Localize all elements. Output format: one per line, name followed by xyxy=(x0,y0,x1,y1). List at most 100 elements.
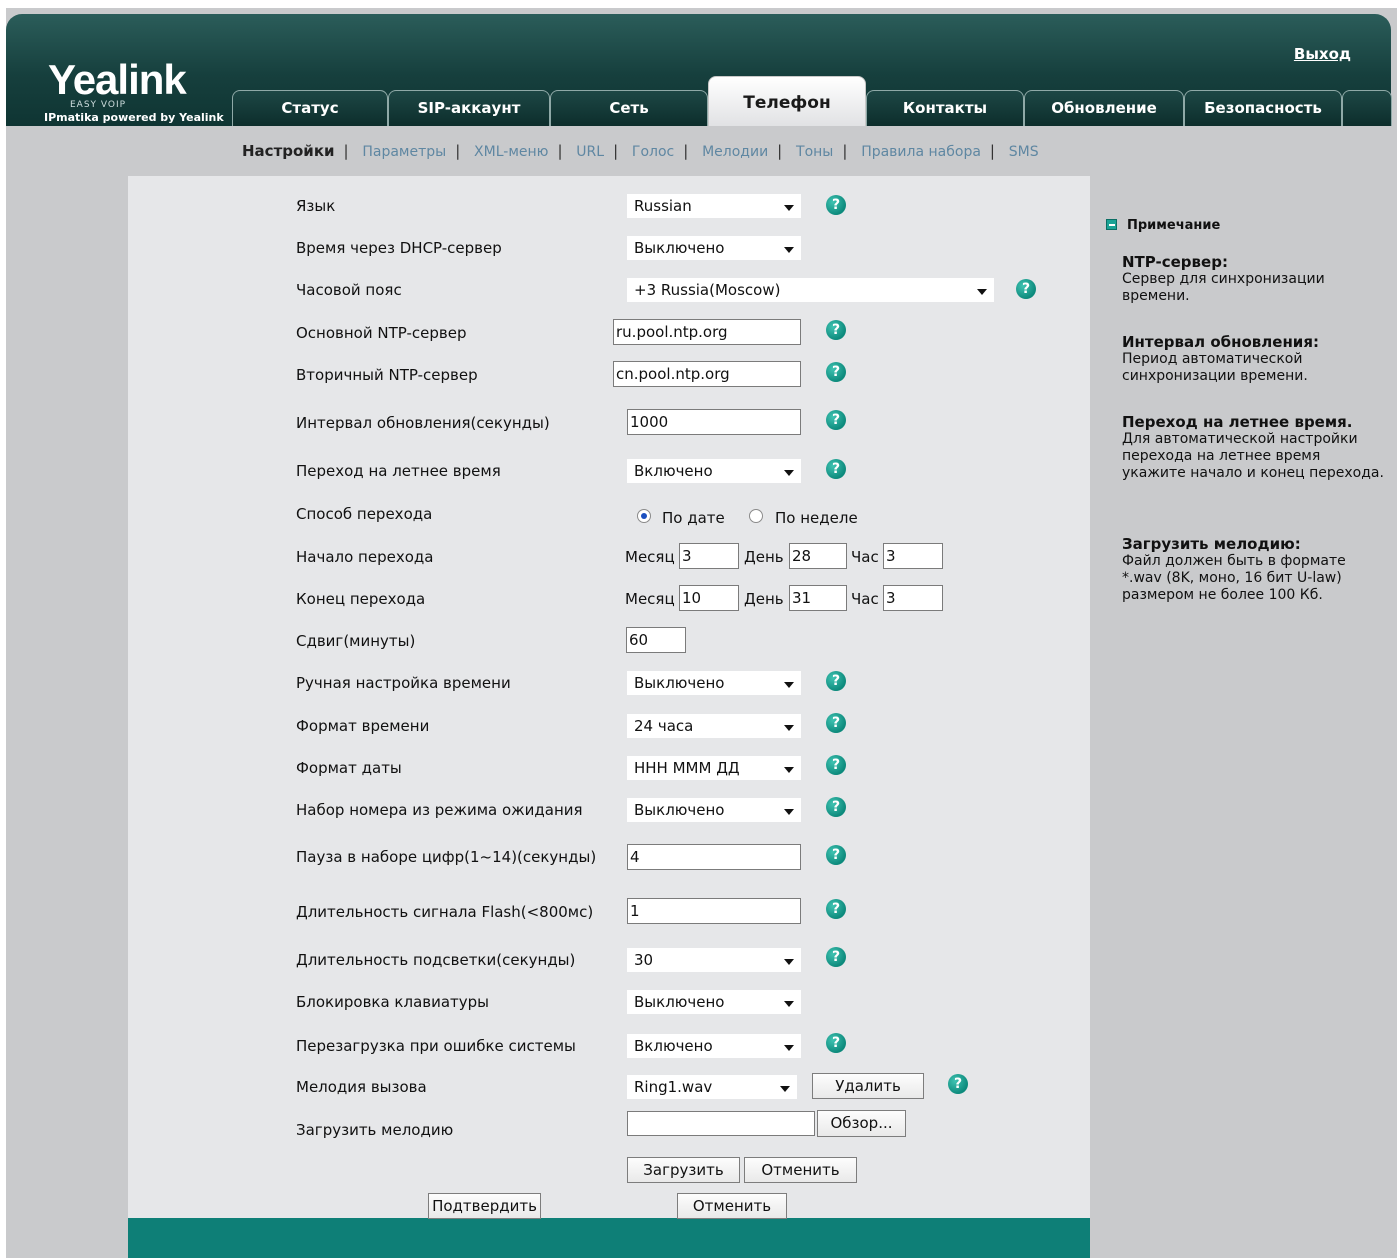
update-interval-label: Интервал обновления(секунды) xyxy=(296,414,550,432)
dst-start-month-input[interactable]: 3 xyxy=(679,543,739,569)
date-format-select[interactable]: ННН МММ ДД xyxy=(627,756,801,780)
chevron-down-icon xyxy=(784,682,794,688)
ntp-primary-input[interactable]: ru.pool.ntp.org xyxy=(613,319,801,345)
help-icon[interactable]: ? xyxy=(826,671,846,691)
help-icon[interactable]: ? xyxy=(826,755,846,775)
update-interval-input[interactable]: 1000 xyxy=(627,409,801,435)
subnav-xml-menu[interactable]: XML-меню xyxy=(474,144,548,160)
tab-status[interactable]: Статус xyxy=(232,90,388,126)
upload-ringtone-label: Загрузить мелодию xyxy=(296,1121,454,1139)
dhcp-time-value: Выключено xyxy=(634,239,725,257)
dst-value: Включено xyxy=(634,462,713,480)
chevron-down-icon xyxy=(784,205,794,211)
dst-start-day-input[interactable]: 28 xyxy=(789,543,847,569)
offset-input[interactable]: 60 xyxy=(626,627,686,653)
tab-sip-account[interactable]: SIP-аккаунт xyxy=(388,90,550,126)
dst-end-label: Конец перехода xyxy=(296,590,426,608)
subnav-settings[interactable]: Настройки xyxy=(242,142,335,160)
help-icon[interactable]: ? xyxy=(826,459,846,479)
dst-end-month-input[interactable]: 10 xyxy=(679,585,739,611)
tab-network[interactable]: Сеть xyxy=(550,90,708,126)
browse-button[interactable]: Обзор... xyxy=(817,1110,906,1137)
keypad-lock-value: Выключено xyxy=(634,993,725,1011)
upload-button[interactable]: Загрузить xyxy=(627,1157,740,1183)
dst-end-hour-label: Час xyxy=(851,590,879,608)
ntp-secondary-input[interactable]: cn.pool.ntp.org xyxy=(613,361,801,387)
dst-end-day-input[interactable]: 31 xyxy=(789,585,847,611)
language-label: Язык xyxy=(296,197,336,215)
subnav-tones[interactable]: Тоны xyxy=(796,144,833,160)
reboot-label: Перезагрузка при ошибке системы xyxy=(296,1037,576,1055)
manual-time-select[interactable]: Выключено xyxy=(627,671,801,695)
ringtone-select[interactable]: Ring1.wav xyxy=(627,1075,797,1099)
upload-cancel-button[interactable]: Отменить xyxy=(744,1157,857,1183)
help-icon[interactable]: ? xyxy=(1016,279,1036,299)
tagline: IPmatika powered by Yealink xyxy=(44,111,224,124)
dst-end-month-label: Месяц xyxy=(625,590,675,608)
dst-start-label: Начало перехода xyxy=(296,548,434,566)
chevron-down-icon xyxy=(784,959,794,965)
chevron-down-icon xyxy=(784,247,794,253)
help-icon[interactable]: ? xyxy=(826,797,846,817)
footer-bar xyxy=(128,1218,1090,1258)
subnav-voice[interactable]: Голос xyxy=(632,144,674,160)
logout-link[interactable]: Выход xyxy=(1294,45,1351,63)
sub-navigation: Настройки | Параметры | XML-меню | URL | Гол… xyxy=(6,126,1391,176)
yealink-logo: Yealink EASY VOIP IPmatika powered by Ye… xyxy=(44,56,228,126)
chevron-down-icon xyxy=(784,470,794,476)
note-text: Период автоматической синхронизации врем… xyxy=(1122,351,1308,384)
help-icon[interactable]: ? xyxy=(948,1074,968,1094)
help-icon[interactable]: ? xyxy=(826,195,846,215)
tab-phone[interactable]: Телефон xyxy=(708,76,866,126)
time-format-select[interactable]: 24 часа xyxy=(627,714,801,738)
dst-end-day-label: День xyxy=(744,590,784,608)
keypad-lock-label: Блокировка клавиатуры xyxy=(296,993,490,1011)
date-format-label: Формат даты xyxy=(296,759,402,777)
cancel-button[interactable]: Отменить xyxy=(677,1193,787,1219)
help-icon[interactable]: ? xyxy=(826,947,846,967)
flash-duration-label: Длительность сигнала Flash(<800мс) xyxy=(296,903,594,921)
manual-time-value: Выключено xyxy=(634,674,725,692)
chevron-down-icon xyxy=(977,289,987,295)
radio-by-date[interactable] xyxy=(637,509,651,523)
inter-digit-input[interactable]: 4 xyxy=(627,844,801,870)
ntp-secondary-label: Вторичный NTP-сервер xyxy=(296,366,478,384)
help-icon[interactable]: ? xyxy=(826,320,846,340)
tab-upgrade[interactable]: Обновление xyxy=(1024,90,1184,126)
help-icon[interactable]: ? xyxy=(826,845,846,865)
keypad-lock-select[interactable]: Выключено xyxy=(627,990,801,1014)
predial-select[interactable]: Выключено xyxy=(627,798,801,822)
dst-end-hour-input[interactable]: 3 xyxy=(883,585,943,611)
help-icon[interactable]: ? xyxy=(826,410,846,430)
subnav-url[interactable]: URL xyxy=(576,144,604,160)
time-format-label: Формат времени xyxy=(296,717,430,735)
language-select[interactable]: Russian xyxy=(627,194,801,218)
predial-value: Выключено xyxy=(634,801,725,819)
note-text: Сервер для синхронизации времени. xyxy=(1122,271,1325,304)
subnav-ringtones[interactable]: Мелодии xyxy=(702,144,768,160)
help-icon[interactable]: ? xyxy=(826,1033,846,1053)
help-icon[interactable]: ? xyxy=(826,362,846,382)
subnav-sms[interactable]: SMS xyxy=(1009,144,1039,160)
help-icon[interactable]: ? xyxy=(826,713,846,733)
chevron-down-icon xyxy=(784,725,794,731)
help-icon[interactable]: ? xyxy=(826,899,846,919)
subnav-parameters[interactable]: Параметры xyxy=(362,144,446,160)
radio-by-week[interactable] xyxy=(749,509,763,523)
upload-file-input[interactable] xyxy=(627,1111,815,1136)
tab-security[interactable]: Безопасность xyxy=(1184,90,1342,126)
subnav-dial-plan[interactable]: Правила набора xyxy=(861,144,981,160)
dhcp-time-select[interactable]: Выключено xyxy=(627,236,801,260)
backlight-select[interactable]: 30 xyxy=(627,948,801,972)
tab-contacts[interactable]: Контакты xyxy=(866,90,1024,126)
timezone-select[interactable]: +3 Russia(Moscow) xyxy=(627,278,994,302)
flash-duration-input[interactable]: 1 xyxy=(627,898,801,924)
dst-select[interactable]: Включено xyxy=(627,459,801,483)
delete-ringtone-button[interactable]: Удалить xyxy=(812,1073,924,1099)
brand-name: Yealink xyxy=(48,56,187,103)
tab-more[interactable] xyxy=(1342,90,1392,126)
reboot-select[interactable]: Включено xyxy=(627,1034,801,1058)
dst-start-hour-input[interactable]: 3 xyxy=(883,543,943,569)
confirm-button[interactable]: Подтвердить xyxy=(428,1193,541,1219)
manual-time-label: Ручная настройка времени xyxy=(296,674,511,692)
